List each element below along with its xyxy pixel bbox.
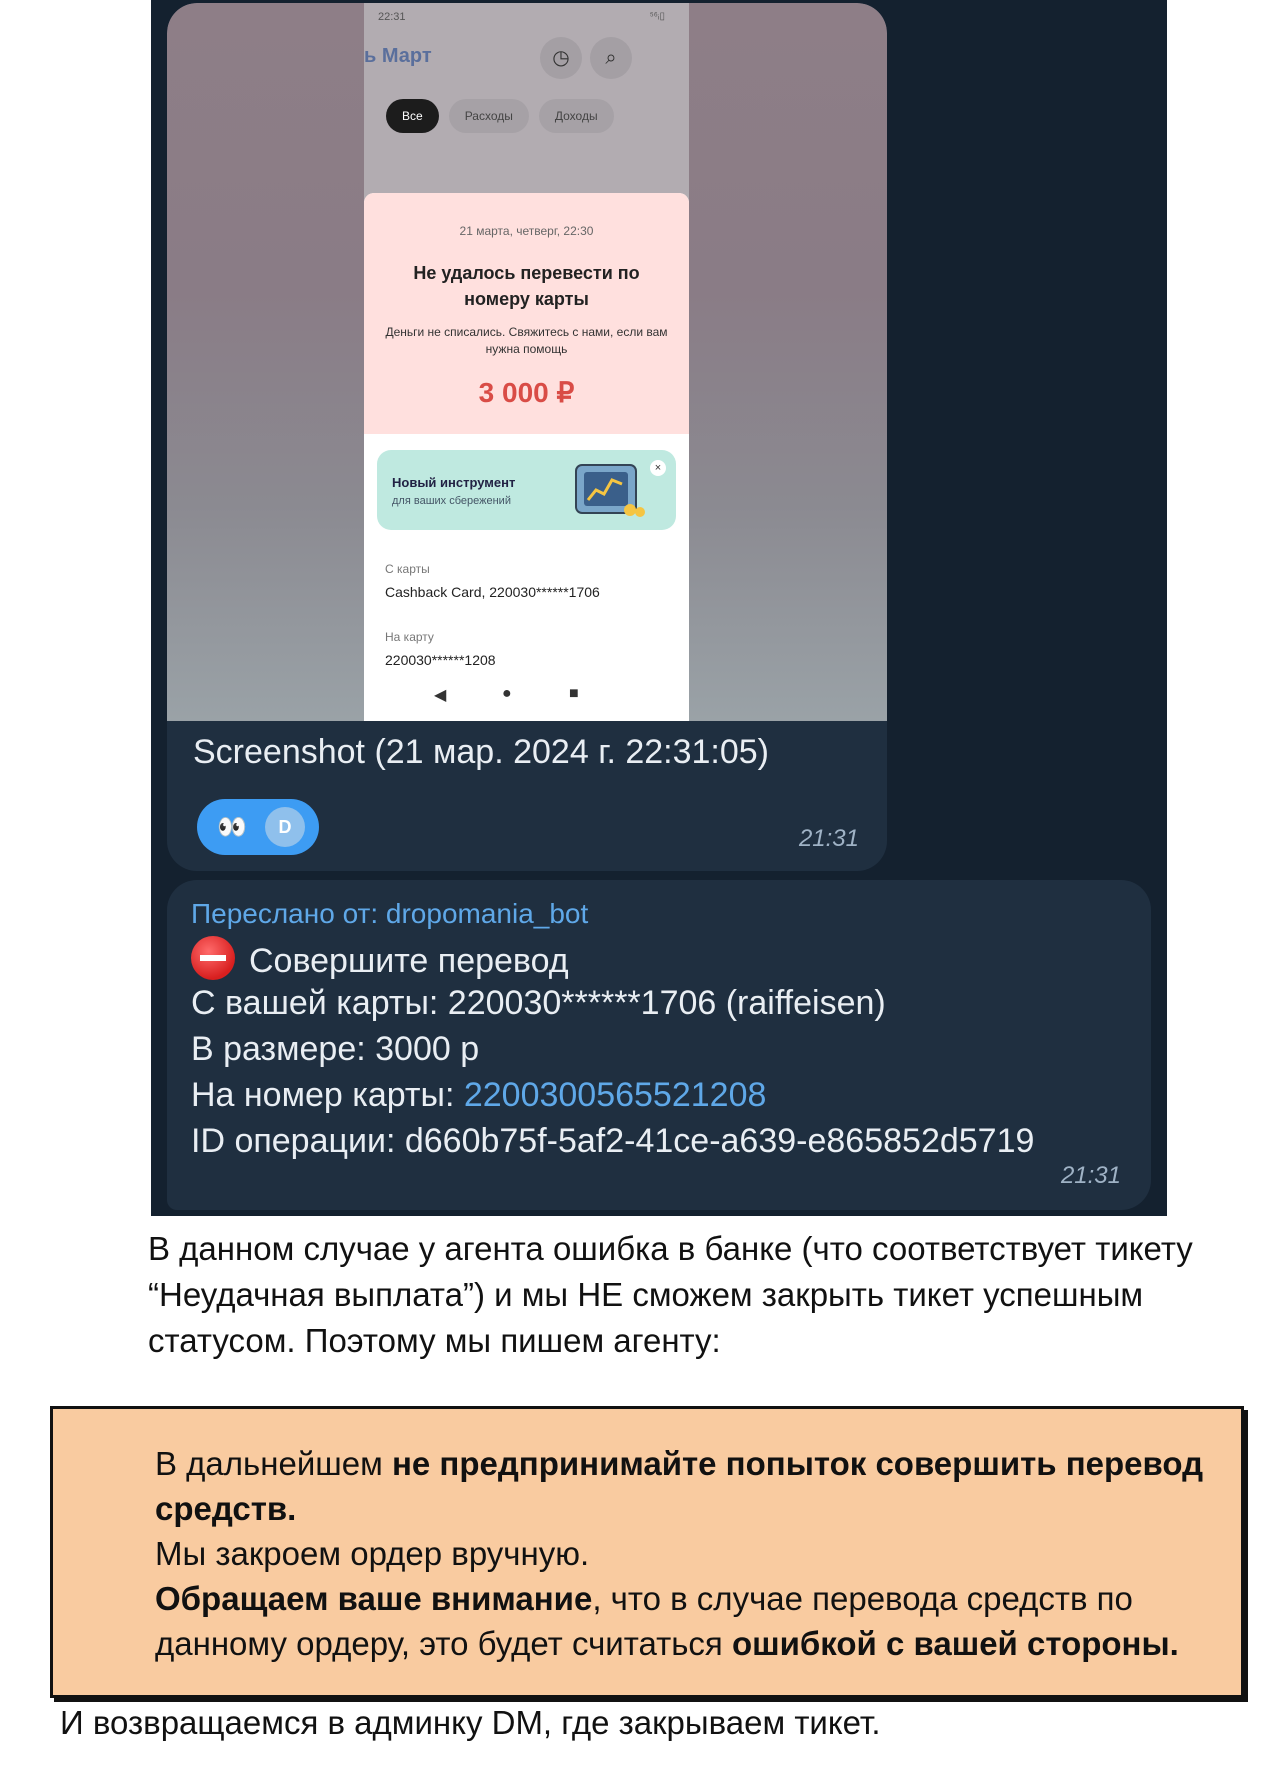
chip-all: Все bbox=[386, 99, 439, 133]
phone-status-icons: ⁵⁶ᵢ▯ bbox=[649, 11, 665, 22]
safe-illustration-icon bbox=[575, 464, 645, 517]
search-icon: ⌕ bbox=[590, 37, 632, 79]
card-number-label: На номер карты: bbox=[191, 1076, 464, 1114]
photo-caption: Screenshot (21 мар. 2024 г. 22:31:05) bbox=[193, 733, 770, 771]
message-line-4: На номер карты: 2200300565521208 bbox=[191, 1076, 766, 1115]
telegram-chat-screenshot: 22:31 ⁵⁶ᵢ▯ ь Март ◷ ⌕ Все Расходы Доходы… bbox=[151, 0, 1167, 1216]
reaction-pill[interactable]: 👀 D bbox=[197, 799, 319, 855]
card-number-link[interactable]: 2200300565521208 bbox=[464, 1076, 767, 1114]
avatar: D bbox=[265, 807, 305, 847]
photo-message: 22:31 ⁵⁶ᵢ▯ ь Март ◷ ⌕ Все Расходы Доходы… bbox=[167, 3, 887, 871]
notice-p3-bold: Обращаем ваше внимание bbox=[155, 1580, 593, 1617]
no-entry-icon bbox=[191, 936, 235, 980]
close-icon: × bbox=[650, 460, 666, 476]
phone-month-title: ь Март bbox=[364, 45, 432, 67]
message-line-5: ID операции: d660b75f-5af2-41ce-a639-e86… bbox=[191, 1122, 1035, 1160]
forwarded-from[interactable]: Переслано от: dropomania_bot bbox=[191, 898, 588, 930]
closing-line: И возвращаемся в админку DM, где закрыва… bbox=[60, 1704, 881, 1741]
from-card-value: Cashback Card, 220030******1706 bbox=[385, 584, 600, 600]
sheet-subtitle: Деньги не списались. Свяжитесь с нами, е… bbox=[385, 325, 668, 356]
eyes-emoji-icon: 👀 bbox=[217, 814, 247, 841]
home-icon: ● bbox=[502, 685, 512, 702]
phone-status-time: 22:31 bbox=[378, 11, 406, 23]
android-nav-bar: ◀ ● ■ bbox=[364, 671, 689, 721]
from-card-label: С карты bbox=[385, 562, 430, 576]
to-card-value: 220030******1208 bbox=[385, 652, 496, 668]
notice-p1-normal: В дальнейшем bbox=[155, 1445, 392, 1482]
notice-text: В дальнейшем не предпринимайте попыток с… bbox=[155, 1441, 1235, 1666]
back-icon: ◀ bbox=[434, 687, 447, 704]
chip-income: Доходы bbox=[538, 99, 614, 133]
promo-banner: Новый инструмент для ваших сбережений × bbox=[377, 450, 676, 530]
message-time: 21:31 bbox=[798, 825, 859, 852]
message-line-1: Совершите перевод bbox=[191, 936, 569, 981]
notice-p3-bold2: ошибкой с вашей стороны. bbox=[731, 1625, 1179, 1662]
notice-p2: Мы закроем ордер вручную. bbox=[155, 1535, 590, 1572]
explanation-paragraph: В данном случае у агента ошибка в банке … bbox=[148, 1230, 1193, 1359]
promo-subtitle: для ваших сбережений bbox=[392, 495, 511, 507]
screenshot-photo[interactable]: 22:31 ⁵⁶ᵢ▯ ь Март ◷ ⌕ Все Расходы Доходы… bbox=[167, 3, 887, 721]
promo-title: Новый инструмент bbox=[392, 475, 516, 490]
filter-chips: Все Расходы Доходы bbox=[386, 99, 614, 133]
sheet-amount: 3 000 ₽ bbox=[478, 377, 575, 408]
phone-screen: 22:31 ⁵⁶ᵢ▯ ь Март ◷ ⌕ Все Расходы Доходы… bbox=[364, 3, 689, 721]
recents-icon: ■ bbox=[569, 685, 579, 702]
forwarded-message: Переслано от: dropomania_bot Совершите п… bbox=[167, 880, 1151, 1210]
transfer-failed-sheet: 21 марта, четверг, 22:30 Не удалось пере… bbox=[364, 193, 689, 721]
message-line-2: С вашей карты: 220030******1706 (raiffei… bbox=[191, 984, 886, 1022]
chip-expenses: Расходы bbox=[448, 99, 529, 133]
to-card-label: На карту bbox=[385, 630, 434, 644]
message-line-3: В размере: 3000 р bbox=[191, 1030, 480, 1068]
message-time: 21:31 bbox=[1060, 1162, 1121, 1189]
message-line-1-text: Совершите перевод bbox=[249, 942, 569, 980]
sheet-date: 21 марта, четверг, 22:30 bbox=[459, 224, 594, 238]
agent-notice-box: В дальнейшем не предпринимайте попыток с… bbox=[50, 1406, 1244, 1698]
sheet-title: Не удалось перевести по номеру карты bbox=[413, 263, 640, 309]
history-icon: ◷ bbox=[540, 37, 582, 79]
